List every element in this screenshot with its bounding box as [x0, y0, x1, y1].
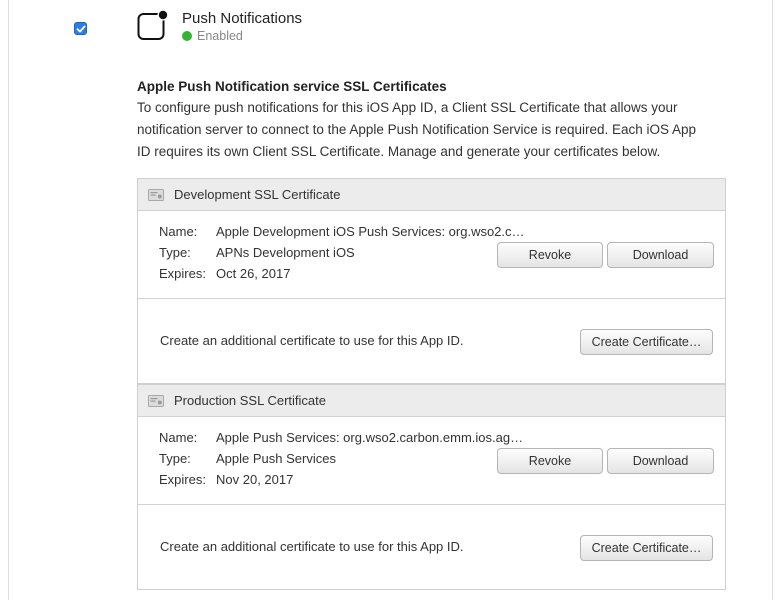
- certificate-icon: [148, 394, 164, 407]
- development-type-row: Type: APNs Development iOS: [159, 245, 355, 260]
- production-create-text: Create an additional certificate to use …: [160, 539, 464, 554]
- status-dot-icon: [182, 31, 192, 41]
- push-notifications-checkbox[interactable]: [74, 22, 87, 35]
- production-name-value: Apple Push Services: org.wso2.carbon.emm…: [216, 430, 524, 445]
- production-type-row: Type: Apple Push Services: [159, 451, 336, 466]
- development-expires-row: Expires: Oct 26, 2017: [159, 266, 290, 281]
- type-label: Type:: [159, 245, 191, 260]
- development-certificate-details: Name: Apple Development iOS Push Service…: [138, 211, 725, 299]
- production-revoke-button[interactable]: Revoke: [497, 448, 603, 474]
- name-label: Name:: [159, 224, 198, 239]
- development-download-button[interactable]: Download: [607, 242, 714, 268]
- production-expires-row: Expires: Nov 20, 2017: [159, 472, 293, 487]
- development-revoke-button[interactable]: Revoke: [497, 242, 603, 268]
- section-description: To configure push notifications for this…: [137, 100, 697, 159]
- checkmark-icon: [76, 25, 85, 32]
- production-create-certificate-button[interactable]: Create Certificate…: [580, 535, 713, 561]
- service-title: Push Notifications: [182, 10, 303, 27]
- development-create-section: Create an additional certificate to use …: [138, 299, 725, 383]
- production-download-button[interactable]: Download: [607, 448, 714, 474]
- expires-label: Expires:: [159, 472, 206, 487]
- certificate-icon: [148, 188, 164, 201]
- service-status: Enabled: [182, 29, 243, 43]
- production-expires-value: Nov 20, 2017: [216, 472, 294, 487]
- development-type-value: APNs Development iOS: [216, 245, 355, 260]
- development-certificate-panel: Development SSL Certificate Name: Apple …: [137, 178, 726, 384]
- status-text: Enabled: [197, 29, 243, 43]
- production-name-row: Name: Apple Push Services: org.wso2.carb…: [159, 430, 523, 445]
- development-create-text: Create an additional certificate to use …: [160, 333, 464, 348]
- expires-label: Expires:: [159, 266, 206, 281]
- production-create-section: Create an additional certificate to use …: [138, 505, 725, 589]
- production-certificate-panel: Production SSL Certificate Name: Apple P…: [137, 384, 726, 590]
- name-label: Name:: [159, 430, 198, 445]
- development-name-value: Apple Development iOS Push Services: org…: [216, 224, 525, 239]
- production-panel-title: Production SSL Certificate: [174, 393, 326, 408]
- development-panel-header: Development SSL Certificate: [138, 179, 725, 211]
- development-expires-value: Oct 26, 2017: [216, 266, 291, 281]
- production-panel-header: Production SSL Certificate: [138, 385, 725, 417]
- development-create-certificate-button[interactable]: Create Certificate…: [580, 329, 713, 355]
- right-border: [772, 0, 773, 600]
- development-name-row: Name: Apple Development iOS Push Service…: [159, 224, 525, 239]
- production-certificate-details: Name: Apple Push Services: org.wso2.carb…: [138, 417, 725, 505]
- push-notification-icon: [137, 9, 169, 40]
- development-panel-title: Development SSL Certificate: [174, 187, 341, 202]
- type-label: Type:: [159, 451, 191, 466]
- section-heading: Apple Push Notification service SSL Cert…: [137, 79, 447, 94]
- production-type-value: Apple Push Services: [216, 451, 336, 466]
- left-border: [8, 0, 9, 600]
